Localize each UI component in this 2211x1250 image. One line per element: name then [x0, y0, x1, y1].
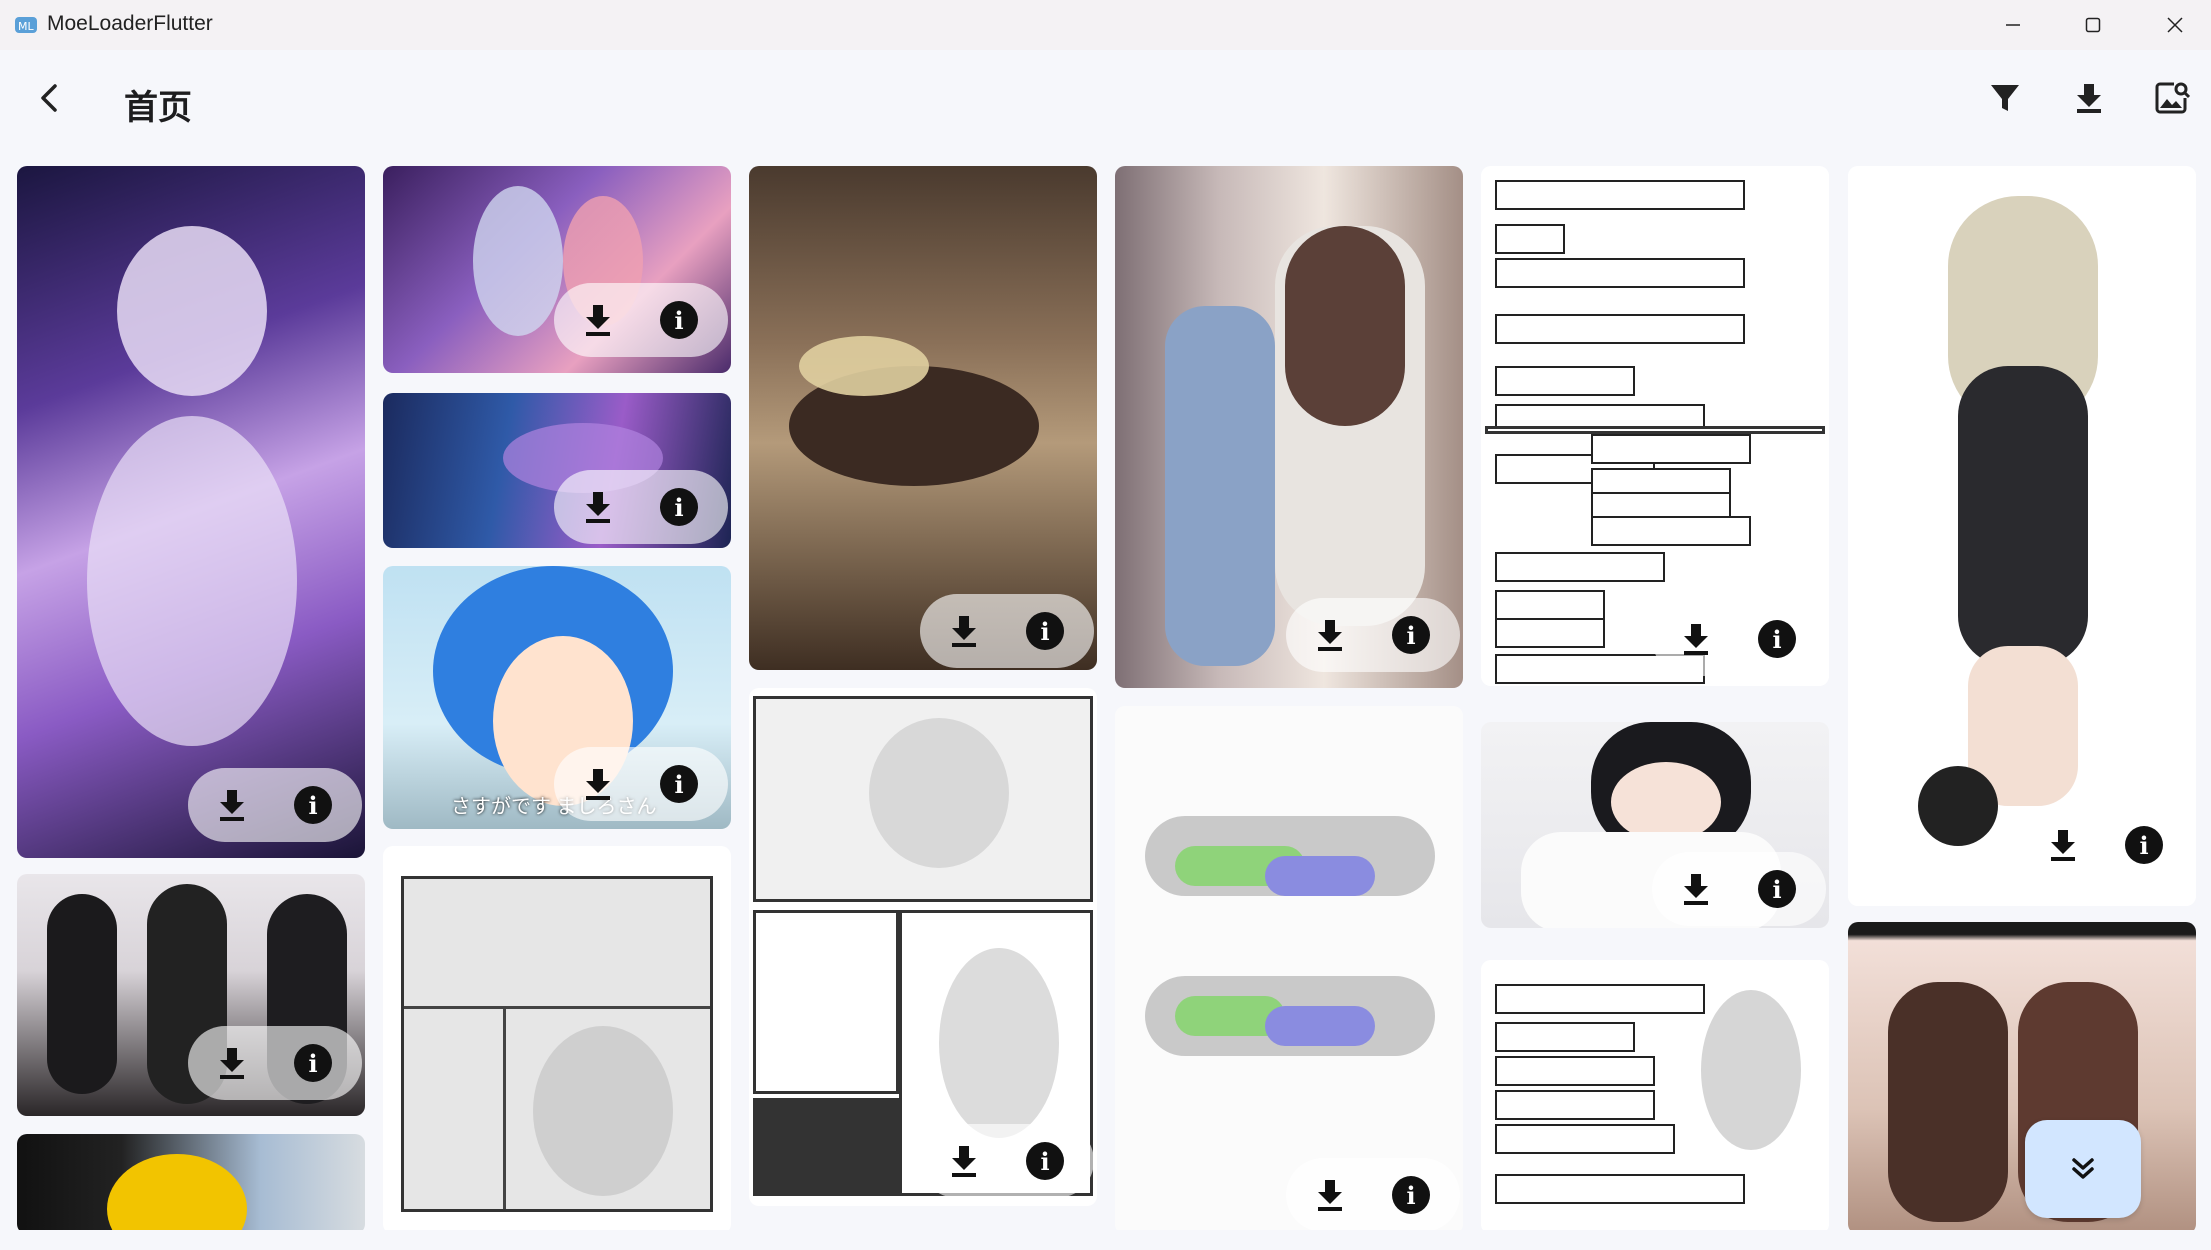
image-card[interactable]: i: [383, 393, 731, 548]
downloads-button[interactable]: [2065, 74, 2113, 122]
image-card[interactable]: i: [749, 688, 1097, 1206]
card-download-button[interactable]: [944, 611, 984, 651]
image-card[interactable]: i: [17, 166, 365, 858]
download-icon: [220, 790, 244, 821]
minimize-button[interactable]: [1978, 6, 2048, 44]
card-info-button[interactable]: i: [660, 301, 698, 339]
card-info-button[interactable]: i: [1758, 620, 1796, 658]
card-actions: i: [920, 594, 1094, 668]
app-logo-icon: ML: [15, 17, 37, 33]
card-download-button[interactable]: [578, 764, 618, 804]
download-icon: [2077, 84, 2101, 113]
window-titlebar: ML MoeLoaderFlutter: [0, 0, 2211, 51]
card-info-button[interactable]: i: [1026, 612, 1064, 650]
card-actions: i: [554, 283, 728, 357]
card-download-button[interactable]: [1676, 869, 1716, 909]
card-info-button[interactable]: i: [1758, 870, 1796, 908]
download-icon: [2051, 830, 2075, 861]
page-title: 首页: [124, 89, 192, 127]
card-actions: i: [920, 1124, 1094, 1198]
save-image-icon: [2155, 82, 2190, 114]
card-download-button[interactable]: [578, 487, 618, 527]
image-card[interactable]: i: [17, 874, 365, 1116]
card-actions: i: [1286, 1158, 1460, 1230]
scroll-to-bottom-button[interactable]: [2025, 1120, 2141, 1218]
back-button[interactable]: [28, 76, 72, 120]
download-icon: [586, 769, 610, 800]
image-card[interactable]: i: [383, 166, 731, 373]
card-download-button[interactable]: [1310, 615, 1350, 655]
card-actions: i: [188, 768, 362, 842]
app-bar: 首页: [0, 50, 2211, 160]
svg-text:ML: ML: [18, 20, 34, 33]
image-grid: i i i i さすがです ましろさん i i i i i i i i: [0, 160, 2211, 1230]
card-info-button[interactable]: i: [1026, 1142, 1064, 1180]
double-chevron-down-icon: [2072, 1158, 2094, 1179]
card-download-button[interactable]: [212, 1043, 252, 1083]
image-card[interactable]: i: [1481, 166, 1829, 686]
back-arrow-icon: [41, 84, 57, 112]
card-info-button[interactable]: i: [294, 1044, 332, 1082]
download-icon: [586, 305, 610, 336]
bottom-edge: [0, 1230, 2211, 1250]
card-info-button[interactable]: i: [1392, 1176, 1430, 1214]
card-download-button[interactable]: [578, 300, 618, 340]
filter-button[interactable]: [1981, 74, 2029, 122]
close-button[interactable]: [2140, 6, 2210, 44]
card-actions: i: [1652, 852, 1826, 926]
card-download-button[interactable]: [1310, 1175, 1350, 1215]
save-image-button[interactable]: [2148, 74, 2196, 122]
download-icon: [952, 616, 976, 647]
image-card[interactable]: i: [1115, 706, 1463, 1230]
download-icon: [1684, 874, 1708, 905]
card-info-button[interactable]: i: [294, 786, 332, 824]
card-actions: i: [554, 470, 728, 544]
card-actions: i: [1652, 602, 1826, 676]
thumbnail[interactable]: [1115, 706, 1463, 1230]
maximize-button[interactable]: [2058, 6, 2128, 44]
image-card[interactable]: i: [1481, 722, 1829, 928]
close-icon: [2167, 17, 2183, 33]
card-actions: i: [188, 1026, 362, 1100]
download-icon: [1318, 620, 1342, 651]
card-download-button[interactable]: [212, 785, 252, 825]
card-download-button[interactable]: [2043, 825, 2083, 865]
card-actions: i: [554, 747, 728, 821]
filter-icon: [1991, 85, 2019, 111]
download-icon: [220, 1048, 244, 1079]
image-card[interactable]: [1481, 960, 1829, 1230]
image-card[interactable]: i: [749, 166, 1097, 670]
download-icon: [952, 1146, 976, 1177]
minimize-icon: [2006, 24, 2020, 26]
image-card[interactable]: [383, 846, 731, 1230]
image-card[interactable]: [17, 1134, 365, 1230]
maximize-icon: [2085, 17, 2101, 33]
card-actions: i: [2019, 808, 2193, 882]
card-download-button[interactable]: [1676, 619, 1716, 659]
window-title: MoeLoaderFlutter: [47, 12, 213, 35]
image-card[interactable]: さすがです ましろさん i: [383, 566, 731, 829]
card-actions: i: [1286, 598, 1460, 672]
download-icon: [1684, 624, 1708, 655]
image-card[interactable]: i: [1848, 166, 2196, 906]
card-download-button[interactable]: [944, 1141, 984, 1181]
card-info-button[interactable]: i: [660, 765, 698, 803]
image-card[interactable]: [1848, 922, 2196, 1230]
download-icon: [1318, 1180, 1342, 1211]
download-icon: [586, 492, 610, 523]
card-info-button[interactable]: i: [2125, 826, 2163, 864]
card-info-button[interactable]: i: [1392, 616, 1430, 654]
image-card[interactable]: i: [1115, 166, 1463, 688]
card-info-button[interactable]: i: [660, 488, 698, 526]
